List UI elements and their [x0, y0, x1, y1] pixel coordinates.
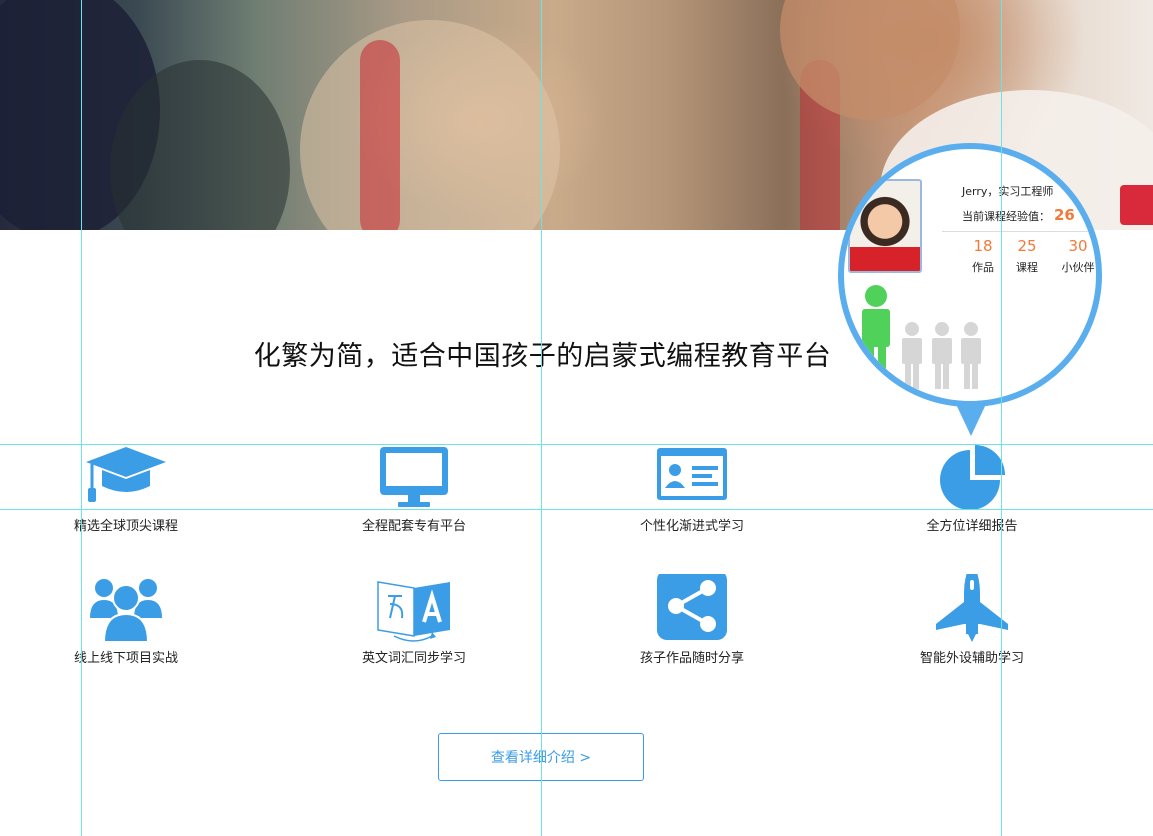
monitor-icon	[380, 447, 448, 507]
feature-global-courses[interactable]: 精选全球顶尖课程	[26, 442, 226, 534]
feature-label: 个性化渐进式学习	[639, 519, 744, 534]
feature-label: 线上线下项目实战	[73, 651, 178, 666]
translate-icon	[377, 581, 450, 642]
feature-vocabulary[interactable]: 英文词汇同步学习	[314, 574, 514, 666]
feature-peripherals[interactable]: 智能外设辅助学习	[872, 574, 1072, 666]
bubble-tail	[955, 402, 987, 436]
rocket-icon	[936, 574, 1008, 642]
share-icon	[657, 574, 727, 640]
feature-label: 英文词汇同步学习	[361, 651, 466, 666]
group-icon	[90, 579, 162, 643]
avatar	[848, 179, 922, 273]
feature-label: 智能外设辅助学习	[919, 651, 1024, 666]
feature-label: 孩子作品随时分享	[639, 651, 744, 666]
profile-name: Jerry，实习工程师	[962, 185, 1054, 198]
feature-report[interactable]: 全方位详细报告	[872, 442, 1072, 534]
people-icon	[862, 285, 981, 389]
id-card-icon	[657, 448, 727, 500]
stat-works: 18 作品	[972, 237, 994, 274]
feature-label: 全程配套专有平台	[361, 519, 466, 534]
pie-chart-icon	[940, 445, 1005, 510]
feature-platform[interactable]: 全程配套专有平台	[314, 442, 514, 534]
view-details-button[interactable]: 查看详细介绍 >	[438, 733, 644, 781]
page: 化繁为简，适合中国孩子的启蒙式编程教育平台 精选全球顶尖课程 全程配套专有平台	[0, 0, 1153, 836]
divider	[942, 231, 1096, 232]
profile-exp: 当前课程经验值： 26	[962, 206, 1075, 224]
exp-value: 26	[1054, 206, 1075, 224]
feature-share[interactable]: 孩子作品随时分享	[592, 574, 792, 666]
feature-projects[interactable]: 线上线下项目实战	[26, 574, 226, 666]
graduation-cap-icon	[86, 447, 166, 502]
profile-magnifier: Jerry，实习工程师 当前课程经验值： 26 18 作品 25 课程 30 小伙…	[838, 143, 1102, 407]
feature-personalized[interactable]: 个性化渐进式学习	[592, 442, 792, 534]
feature-label: 精选全球顶尖课程	[73, 519, 178, 534]
stat-friends: 30 小伙伴	[1061, 237, 1095, 274]
feature-label: 全方位详细报告	[926, 519, 1018, 534]
stat-courses: 25 课程	[1016, 237, 1038, 274]
